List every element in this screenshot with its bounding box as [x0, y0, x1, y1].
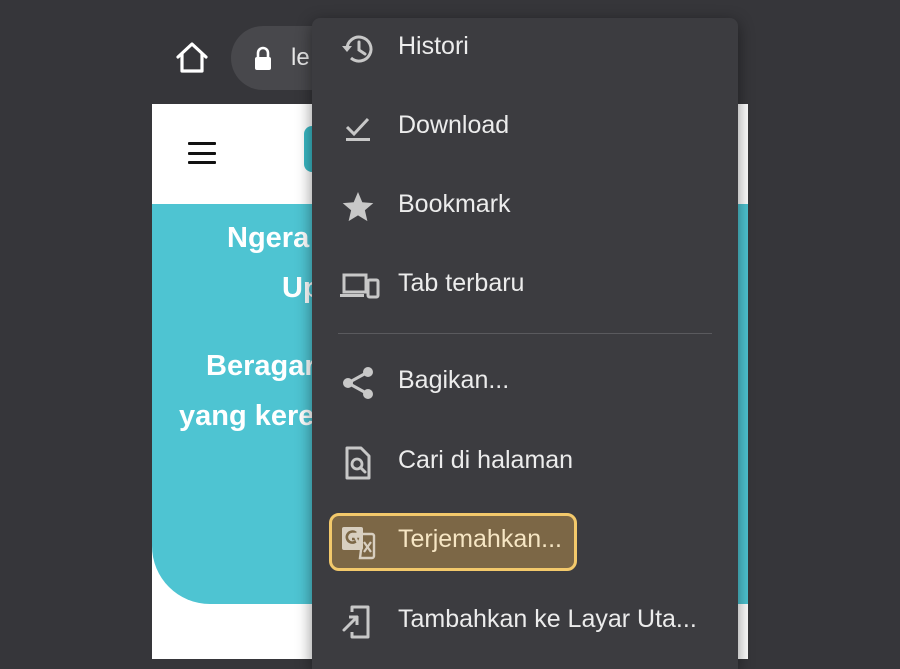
devices-icon: [340, 273, 380, 299]
menu-item-find-in-page[interactable]: Cari di halaman: [312, 432, 738, 494]
menu-item-label: Cari di halaman: [398, 446, 574, 474]
menu-item-label: Download: [398, 111, 510, 139]
menu-item-bookmark[interactable]: Bookmark: [312, 176, 738, 238]
share-icon: [343, 367, 373, 399]
menu-divider: [338, 333, 712, 334]
overflow-menu: Histori Download Bookmark Tab terbaru Ba…: [312, 18, 738, 669]
menu-item-label: Tab terbaru: [398, 269, 525, 297]
lock-icon: [255, 46, 271, 70]
menu-item-label: Terjemahkan...: [398, 525, 562, 553]
home-icon[interactable]: [174, 40, 210, 76]
hero-subheading-line-1: Beragar: [206, 350, 316, 382]
menu-item-share[interactable]: Bagikan...: [312, 352, 738, 414]
menu-item-label: Histori: [398, 32, 469, 60]
menu-item-history[interactable]: Histori: [312, 18, 738, 80]
menu-item-download[interactable]: Download: [312, 97, 738, 159]
menu-item-label: Tambahkan ke Layar Uta...: [398, 605, 697, 633]
star-icon: [342, 192, 374, 222]
menu-item-add-to-home-screen[interactable]: Tambahkan ke Layar Uta...: [312, 591, 738, 653]
download-icon: [345, 117, 370, 141]
menu-item-recent-tabs[interactable]: Tab terbaru: [312, 255, 738, 317]
history-icon: [342, 35, 373, 63]
menu-item-label: Bagikan...: [398, 366, 510, 394]
menu-item-label: Bookmark: [398, 190, 511, 218]
find-in-page-icon: [345, 446, 371, 480]
hero-subheading-line-2: yang kere: [179, 400, 315, 432]
hero-heading-line-1: Ngera: [227, 222, 310, 254]
translate-icon: [342, 527, 376, 560]
add-to-home-icon: [342, 605, 370, 639]
menu-item-translate[interactable]: Terjemahkan...: [312, 511, 738, 573]
hamburger-menu-icon[interactable]: [188, 142, 216, 164]
